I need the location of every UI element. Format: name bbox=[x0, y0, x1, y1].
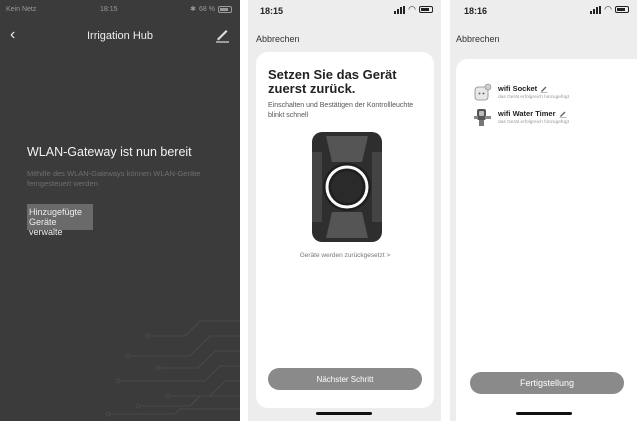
reset-description: Einschalten und Bestätigen der Kontrolll… bbox=[268, 102, 414, 119]
finish-button[interactable]: Fertigstellung bbox=[470, 372, 624, 394]
ready-description: Mithilfe des WLAN-Gateways können WLAN-G… bbox=[27, 169, 201, 188]
wifi-icon: ◠ bbox=[604, 4, 612, 14]
bluetooth-icon: ✱ bbox=[190, 6, 197, 13]
carrier-label: Kein Netz bbox=[6, 6, 37, 13]
battery-icon bbox=[419, 6, 433, 13]
cancel-link[interactable]: Abbrechen bbox=[256, 34, 300, 44]
phone-screen-gateway-ready: Kein Netz 18:15 ✱ 68 % ‹ Irrigation Hub … bbox=[0, 0, 240, 421]
status-time: 18:15 bbox=[260, 6, 284, 16]
device-status: das Gerät erfolgreich hinzugefügt bbox=[498, 95, 569, 100]
wifi-icon: ◠ bbox=[408, 4, 416, 14]
next-step-button[interactable]: Nächster Schritt bbox=[268, 368, 422, 390]
status-right: ✱ 68 % bbox=[190, 5, 232, 13]
reset-card: Setzen Sie das Gerät zuerst zurück. Eins… bbox=[256, 52, 434, 408]
device-item[interactable]: wifi Socket das Gerät erfolgreich hinzug… bbox=[472, 82, 632, 106]
device-item[interactable]: wifi Water Timer das Gerät erfolgreich h… bbox=[472, 107, 632, 131]
status-bar: Kein Netz 18:15 ✱ 68 % bbox=[0, 0, 240, 24]
water-timer-icon bbox=[474, 109, 491, 126]
status-time: 18:15 bbox=[100, 6, 118, 13]
devices-card: wifi Socket das Gerät erfolgreich hinzug… bbox=[456, 59, 637, 421]
pencil-icon[interactable] bbox=[559, 110, 567, 119]
status-time: 18:16 bbox=[464, 6, 488, 16]
pencil-icon[interactable] bbox=[540, 85, 548, 94]
home-indicator bbox=[316, 412, 372, 415]
home-indicator bbox=[516, 412, 572, 415]
phone-screen-reset-device: 18:15 ◠ Abbrechen Setzen Sie das Gerät z… bbox=[248, 0, 441, 421]
edit-icon[interactable] bbox=[214, 27, 230, 43]
status-right: ◠ bbox=[590, 5, 629, 14]
reset-help-link[interactable]: Geräte werden zurückgesetzt > bbox=[256, 252, 434, 259]
battery-percent: 68 % bbox=[199, 5, 215, 13]
battery-icon bbox=[615, 6, 629, 13]
status-bar: 18:15 ◠ bbox=[248, 0, 441, 24]
status-bar: 18:16 ◠ bbox=[450, 0, 637, 24]
status-right: ◠ bbox=[394, 5, 433, 14]
nav-bar: ‹ Irrigation Hub bbox=[0, 24, 240, 46]
socket-icon bbox=[474, 83, 492, 101]
circuit-decoration bbox=[105, 320, 240, 417]
signal-icon bbox=[590, 5, 602, 14]
signal-icon bbox=[394, 5, 406, 14]
device-name: wifi Water Timer bbox=[498, 109, 567, 119]
cancel-link[interactable]: Abbrechen bbox=[456, 34, 500, 44]
manage-devices-button[interactable]: Hinzugefügte Geräte verwalte bbox=[27, 204, 93, 237]
battery-icon bbox=[218, 5, 232, 13]
nav-title: Irrigation Hub bbox=[86, 30, 154, 42]
ready-title: WLAN-Gateway ist nun bereit bbox=[27, 145, 192, 159]
phone-screen-devices-added: 18:16 ◠ Abbrechen wifi Socket das Gerät … bbox=[450, 0, 637, 421]
device-illustration bbox=[312, 132, 382, 242]
device-name: wifi Socket bbox=[498, 84, 548, 94]
device-status: das Gerät erfolgreich hinzugefügt bbox=[498, 120, 569, 125]
reset-title: Setzen Sie das Gerät zuerst zurück. bbox=[268, 67, 397, 96]
